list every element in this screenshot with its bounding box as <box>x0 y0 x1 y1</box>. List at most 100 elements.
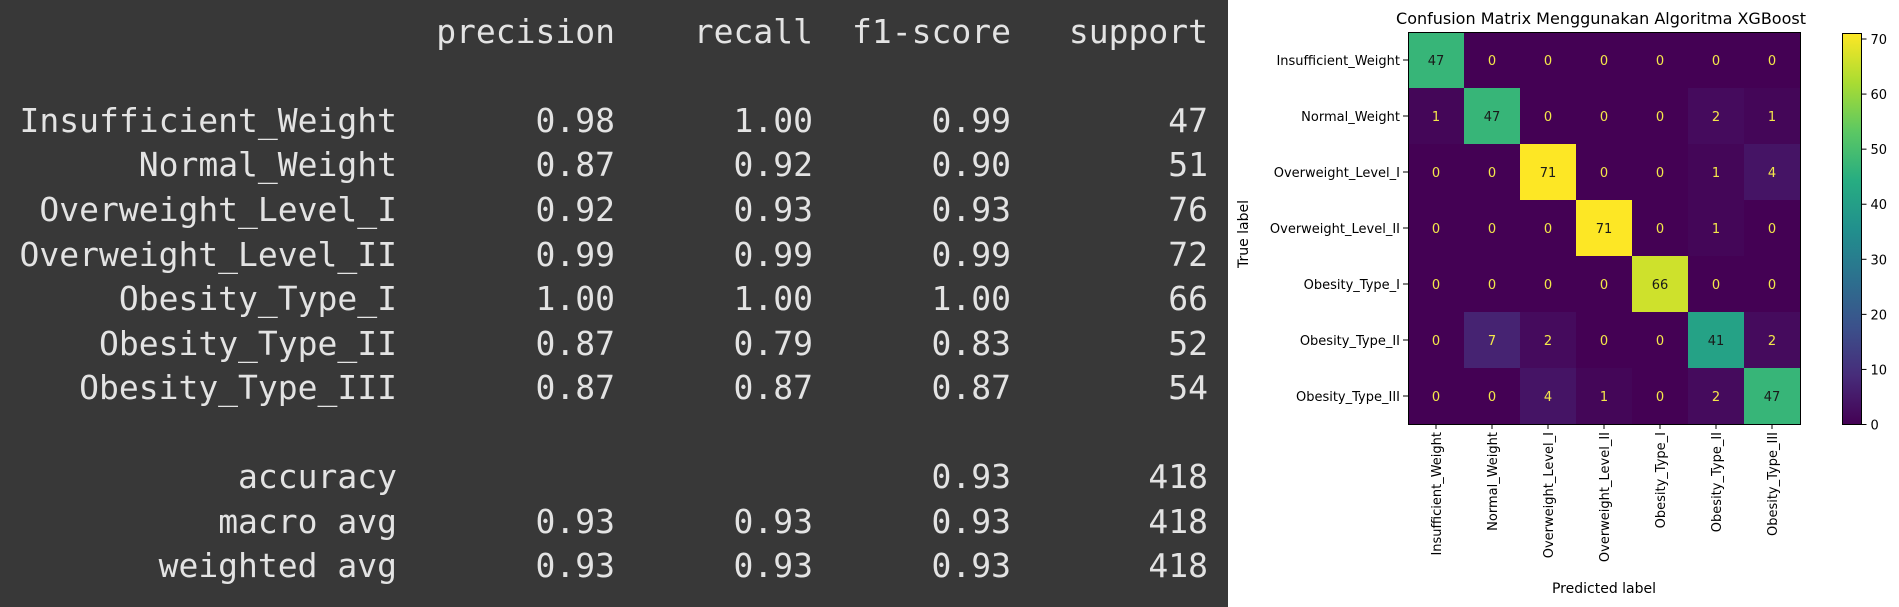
report-summary-label: macro avg <box>218 502 397 541</box>
y-tick-label: Overweight_Level_I <box>1274 166 1400 181</box>
cell-value-label: 0 <box>1544 54 1552 69</box>
colorbar-tick-label: 70 <box>1871 33 1888 48</box>
y-tick-label: Insufficient_Weight <box>1276 54 1400 69</box>
x-tick-label: Normal_Weight <box>1486 432 1501 531</box>
y-tick-label: Obesity_Type_I <box>1304 278 1400 293</box>
cell-value-label: 41 <box>1708 334 1725 349</box>
report-cell-recall: 0.92 <box>733 145 813 184</box>
report-cell-precision: 0.99 <box>535 235 615 274</box>
report-cell-precision: 0.87 <box>535 368 615 407</box>
cell-value-label: 0 <box>1488 166 1496 181</box>
cell-value-label: 0 <box>1656 54 1664 69</box>
report-summary-precision: 0.93 <box>535 546 615 585</box>
cell-value-label: 0 <box>1544 278 1552 293</box>
colorbar-tick-label: 20 <box>1871 308 1888 323</box>
report-cell-recall: 0.87 <box>733 368 813 407</box>
report-cell-recall: 0.93 <box>733 190 813 229</box>
report-header-support: support <box>1068 12 1208 51</box>
y-tick-label: Overweight_Level_II <box>1270 222 1400 237</box>
report-summary-support: 418 <box>1148 457 1208 496</box>
cell-value-label: 0 <box>1600 110 1608 125</box>
cell-value-label: 0 <box>1488 278 1496 293</box>
cell-value-label: 0 <box>1600 166 1608 181</box>
colorbar-tick-label: 60 <box>1871 88 1888 103</box>
colorbar-tick-label: 50 <box>1871 143 1888 158</box>
cell-value-label: 0 <box>1768 54 1776 69</box>
cell-value-label: 2 <box>1544 334 1552 349</box>
report-summary-support: 418 <box>1148 546 1208 585</box>
report-cell-recall: 0.99 <box>733 235 813 274</box>
y-tick-labels: Insufficient_Weight Normal_Weight Overweig… <box>1270 54 1408 405</box>
y-tick-label: Obesity_Type_II <box>1300 334 1400 349</box>
report-cell-support: 47 <box>1168 101 1208 140</box>
cell-value-label: 0 <box>1600 334 1608 349</box>
x-tick-label: Overweight_Level_II <box>1598 432 1613 562</box>
cell-value-label: 0 <box>1768 278 1776 293</box>
cell-value-label: 0 <box>1600 54 1608 69</box>
report-summary-recall: 0.93 <box>733 502 813 541</box>
report-cell-support: 54 <box>1168 368 1208 407</box>
cell-value-label: 0 <box>1432 166 1440 181</box>
report-cell-f1: 0.99 <box>931 235 1011 274</box>
report-summary-f1: 0.93 <box>931 546 1011 585</box>
cell-value-label: 0 <box>1600 278 1608 293</box>
report-summary-recall: 0.93 <box>733 546 813 585</box>
report-cell-f1: 0.99 <box>931 101 1011 140</box>
x-tick-label: Obesity_Type_III <box>1766 432 1781 536</box>
report-cell-label: Overweight_Level_II <box>19 235 398 274</box>
colorbar-tick-label: 10 <box>1871 363 1888 378</box>
cell-value-label: 0 <box>1712 54 1720 69</box>
cell-value-label: 0 <box>1544 110 1552 125</box>
cell-value-label: 0 <box>1656 334 1664 349</box>
cell-value-label: 0 <box>1432 334 1440 349</box>
cell-value-label: 0 <box>1544 222 1552 237</box>
cell-value-label: 0 <box>1656 166 1664 181</box>
colorbar-tick-label: 0 <box>1871 419 1879 434</box>
report-header-f1: f1-score <box>852 12 1011 51</box>
report-cell-precision: 0.98 <box>535 101 615 140</box>
y-tick-label: Obesity_Type_III <box>1296 390 1400 405</box>
cell-value-label: 1 <box>1768 110 1776 125</box>
x-tick-label: Obesity_Type_I <box>1654 432 1669 528</box>
report-cell-precision: 0.87 <box>535 324 615 363</box>
cell-value-label: 4 <box>1544 390 1552 405</box>
cell-value-label: 0 <box>1488 54 1496 69</box>
report-cell-f1: 0.90 <box>931 145 1011 184</box>
report-cell-label: Insufficient_Weight <box>19 101 398 140</box>
report-cell-precision: 0.92 <box>535 190 615 229</box>
report-cell-f1: 0.93 <box>931 190 1011 229</box>
cell-value-label: 0 <box>1432 222 1440 237</box>
report-summary-label: weighted avg <box>158 546 397 585</box>
x-tick-labels: Insufficient_Weight Normal_Weight Overweig… <box>1430 424 1781 562</box>
x-tick-label: Obesity_Type_II <box>1710 432 1725 532</box>
report-summary-precision: 0.93 <box>535 502 615 541</box>
cell-value-label: 2 <box>1712 390 1720 405</box>
x-axis-label: Predicted label <box>1552 581 1656 597</box>
report-cell-support: 72 <box>1168 235 1208 274</box>
cell-value-label: 71 <box>1540 166 1557 181</box>
colorbar-ticks: 0 10 20 30 40 50 60 70 <box>1861 33 1888 434</box>
cell-value-label: 71 <box>1596 222 1613 237</box>
cell-value-label: 47 <box>1428 54 1445 69</box>
report-cell-f1: 1.00 <box>931 279 1011 318</box>
report-summary-f1: 0.93 <box>931 457 1011 496</box>
cell-value-label: 1 <box>1712 166 1720 181</box>
cell-value-label: 7 <box>1488 334 1496 349</box>
cell-value-label: 47 <box>1484 110 1501 125</box>
cell-value-label: 0 <box>1488 222 1496 237</box>
colorbar-tick-label: 40 <box>1871 198 1888 213</box>
report-cell-support: 76 <box>1168 190 1208 229</box>
cell-value-label: 0 <box>1656 110 1664 125</box>
cell-value-label: 66 <box>1652 278 1669 293</box>
report-cell-f1: 0.87 <box>931 368 1011 407</box>
colorbar-tick-label: 30 <box>1871 253 1888 268</box>
report-cell-f1: 0.83 <box>931 324 1011 363</box>
colorbar <box>1842 33 1862 425</box>
report-cell-label: Obesity_Type_II <box>98 324 397 363</box>
report-summary-label: accuracy <box>238 457 397 496</box>
report-cell-support: 51 <box>1168 145 1208 184</box>
cell-value-label: 2 <box>1712 110 1720 125</box>
y-axis-label: True label <box>1236 200 1252 269</box>
report-cell-label: Normal_Weight <box>138 145 397 184</box>
report-cell-recall: 0.79 <box>733 324 813 363</box>
